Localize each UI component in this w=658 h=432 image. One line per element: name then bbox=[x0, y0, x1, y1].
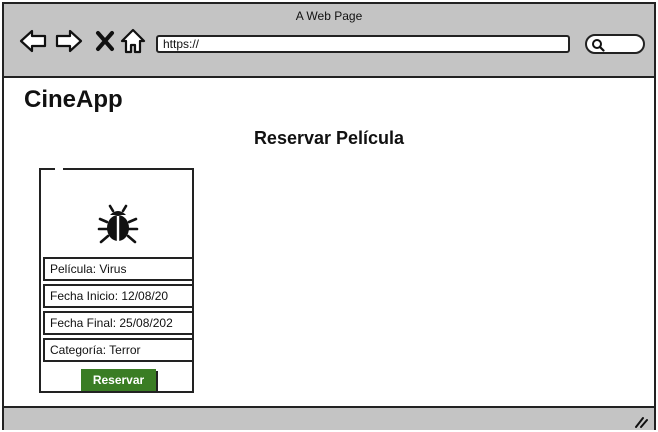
browser-toolbar: A Web Page https:// bbox=[4, 4, 654, 78]
category-field: Categoría: Terror bbox=[43, 338, 194, 362]
status-bar bbox=[4, 406, 654, 430]
resize-grip-icon[interactable] bbox=[634, 413, 648, 432]
end-date-field: Fecha Final: 25/08/202 bbox=[43, 311, 194, 335]
browser-window: A Web Page https:// CineApp Reservar Pel… bbox=[2, 2, 656, 430]
home-icon[interactable] bbox=[118, 26, 148, 56]
browser-search-box[interactable] bbox=[585, 34, 645, 54]
back-arrow-icon[interactable] bbox=[18, 26, 48, 56]
bug-icon bbox=[96, 202, 140, 250]
movie-card: Película: Virus Fecha Inicio: 12/08/20 F… bbox=[39, 167, 194, 393]
page-title: Reservar Película bbox=[253, 128, 405, 148]
app-title: CineApp bbox=[24, 86, 123, 113]
forward-arrow-icon[interactable] bbox=[54, 26, 84, 56]
reserve-button[interactable]: Reservar bbox=[81, 369, 156, 391]
card-border-gap bbox=[55, 167, 63, 171]
search-icon bbox=[592, 39, 605, 52]
address-bar[interactable]: https:// bbox=[156, 35, 570, 53]
movie-name-field: Película: Virus bbox=[43, 257, 194, 281]
window-title: A Web Page bbox=[295, 9, 363, 23]
start-date-field: Fecha Inicio: 12/08/20 bbox=[43, 284, 194, 308]
